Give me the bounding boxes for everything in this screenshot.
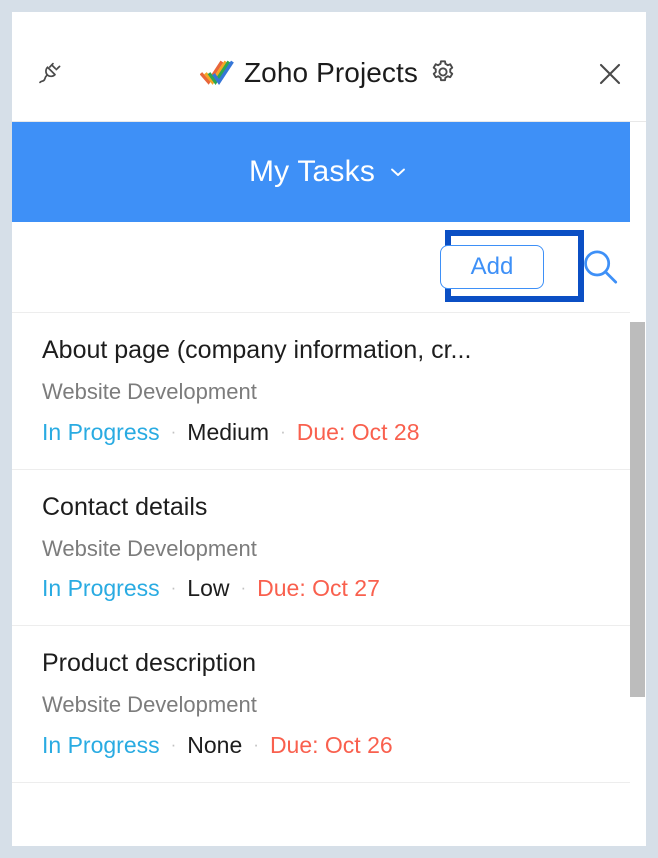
my-tasks-label: My Tasks <box>248 155 376 188</box>
task-due-date: Due: Oct 28 <box>296 418 420 445</box>
zoho-projects-window: Zoho Projects My Tasks Add About page (c… <box>12 12 646 846</box>
page-title: Zoho Projects <box>243 57 419 88</box>
meta-separator: · <box>170 578 177 598</box>
view-banner: My Tasks <box>12 122 646 222</box>
title-bar: Zoho Projects <box>12 12 646 122</box>
task-due-date: Due: Oct 27 <box>257 575 380 602</box>
task-title: Product description <box>42 649 257 677</box>
task-meta: In Progress · Low · Due: Oct 27 <box>42 574 620 603</box>
task-list[interactable]: About page (company information, cr... W… <box>12 312 646 846</box>
chevron-down-icon <box>391 168 405 176</box>
app-title-group: Zoho Projects <box>12 52 646 94</box>
scrollbar-thumb[interactable] <box>630 322 645 697</box>
task-status: In Progress <box>42 575 160 602</box>
task-list-item[interactable]: Contact details Website Development In P… <box>12 469 646 626</box>
task-title: About page (company information, cr... <box>42 336 472 364</box>
gear-icon[interactable] <box>428 58 458 88</box>
task-status: In Progress <box>42 731 160 758</box>
task-due-date: Due: Oct 26 <box>269 731 393 758</box>
meta-separator: · <box>253 734 259 754</box>
task-list-item[interactable]: Product description Website Development … <box>12 626 646 783</box>
task-priority: Medium <box>187 418 270 445</box>
task-project-name: Website Development <box>42 379 257 405</box>
task-project-name: Website Development <box>42 692 257 718</box>
scrollbar-track[interactable] <box>630 122 646 846</box>
search-icon[interactable] <box>580 247 620 287</box>
task-meta: In Progress · Medium · Due: Oct 28 <box>42 418 620 447</box>
action-bar: Add <box>12 222 646 312</box>
task-status: In Progress <box>42 418 160 445</box>
meta-separator: · <box>240 578 247 598</box>
task-list-item[interactable]: About page (company information, cr... W… <box>12 313 646 470</box>
task-meta: In Progress · None · Due: Oct 26 <box>42 731 620 760</box>
meta-separator: · <box>170 734 177 754</box>
meta-separator: · <box>170 421 177 441</box>
zoho-projects-logo-icon <box>199 60 234 86</box>
my-tasks-dropdown[interactable]: My Tasks <box>249 155 409 189</box>
close-icon[interactable] <box>592 56 628 92</box>
add-button[interactable]: Add <box>440 245 544 289</box>
task-priority: Low <box>187 575 230 602</box>
meta-separator: · <box>280 421 286 441</box>
task-priority: None <box>187 731 243 758</box>
task-title: Contact details <box>42 492 208 521</box>
task-project-name: Website Development <box>42 535 257 561</box>
